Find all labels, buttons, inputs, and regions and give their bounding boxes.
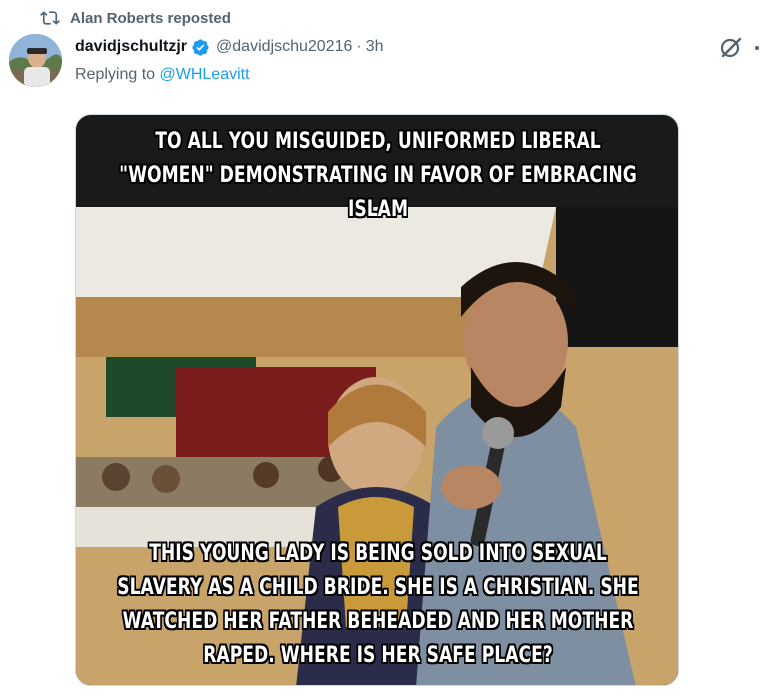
post-time[interactable]: 3h <box>366 38 384 56</box>
verified-badge-icon[interactable] <box>191 38 210 57</box>
separator-dot: · <box>356 38 362 55</box>
display-name[interactable]: davidjschultzjr <box>75 38 187 56</box>
avatar[interactable] <box>9 34 62 87</box>
repost-icon <box>40 8 60 28</box>
top-caption: TO ALL YOU MISGUIDED, UNIFORMED LIBERAL … <box>93 125 662 227</box>
more-options-icon[interactable] <box>750 38 763 58</box>
top-caption-line: "WOMEN" DEMONSTRATING IN FAVOR OF EMBRAC… <box>119 163 637 188</box>
tweet-header: davidjschultzjr @davidjschu20216 · 3h <box>75 35 384 59</box>
post-image[interactable]: TO ALL YOU MISGUIDED, UNIFORMED LIBERAL … <box>75 114 679 686</box>
replying-handle-link[interactable]: @WHLeavitt <box>160 66 250 83</box>
tweet[interactable]: Alan Roberts reposted davidjschultzjr @d… <box>0 0 763 698</box>
replying-to: Replying to @WHLeavitt <box>75 66 250 84</box>
bottom-caption: THIS YOUNG LADY IS BEING SOLD INTO SEXUA… <box>93 537 662 673</box>
repost-label: Alan Roberts reposted <box>70 9 231 27</box>
replying-prefix: Replying to <box>75 66 160 83</box>
bottom-caption-line: RAPED. WHERE IS HER SAFE PLACE? <box>203 643 553 668</box>
user-handle[interactable]: @davidjschu20216 <box>216 38 352 56</box>
top-caption-line: ISLAM <box>347 197 409 222</box>
repost-indicator[interactable]: Alan Roberts reposted <box>40 7 231 29</box>
bottom-caption-line: SLAVERY AS A CHILD BRIDE. SHE IS A CHRIS… <box>117 575 639 600</box>
bottom-caption-line: THIS YOUNG LADY IS BEING SOLD INTO SEXUA… <box>149 541 607 566</box>
grok-icon[interactable] <box>718 35 744 61</box>
top-caption-line: TO ALL YOU MISGUIDED, UNIFORMED LIBERAL <box>155 129 601 154</box>
bottom-caption-line: WATCHED HER FATHER BEHEADED AND HER MOTH… <box>122 609 634 634</box>
